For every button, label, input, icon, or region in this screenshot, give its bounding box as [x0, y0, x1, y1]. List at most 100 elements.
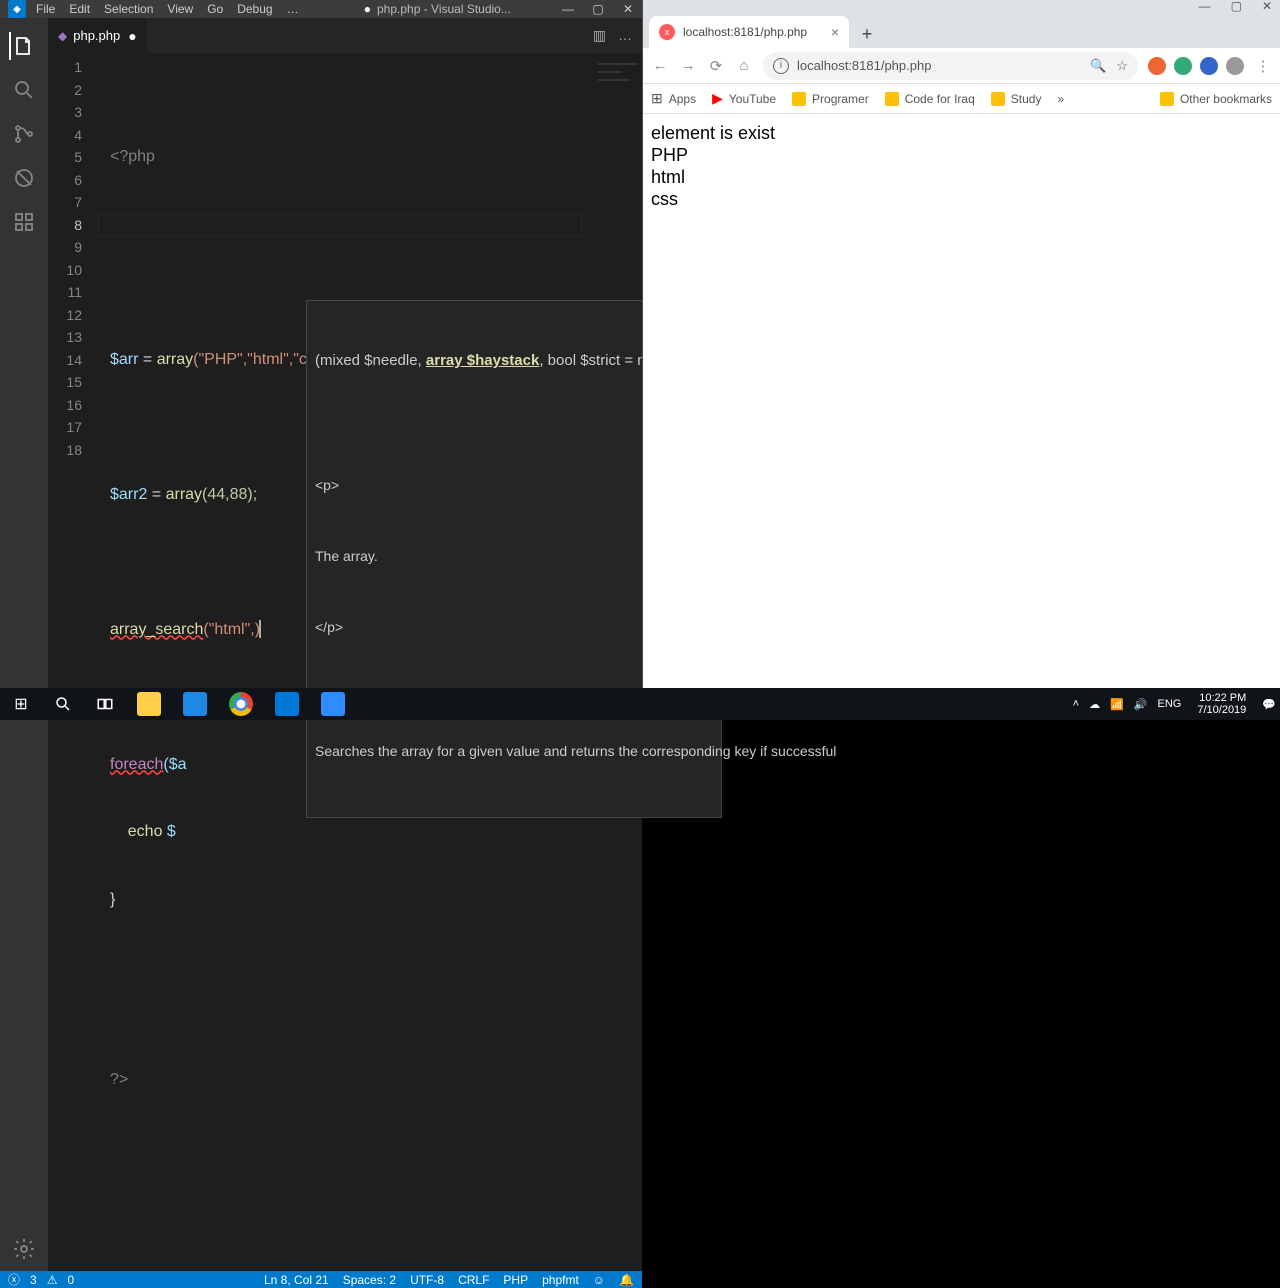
extensions-row: [1148, 57, 1244, 75]
line-col[interactable]: Ln 8, Col 21: [264, 1273, 329, 1287]
tab-php[interactable]: ◆ php.php ●: [48, 18, 147, 53]
dirty-indicator-icon: ●: [128, 28, 136, 44]
activity-bar: [0, 18, 48, 1271]
tab-close-icon[interactable]: ×: [831, 24, 839, 40]
debug-icon[interactable]: [10, 164, 38, 192]
statusbar: ⓧ 3 ⚠ 0 Ln 8, Col 21 Spaces: 2 UTF-8 CRL…: [0, 1271, 642, 1288]
search-button[interactable]: [42, 688, 84, 720]
programer-bookmark[interactable]: Programer: [792, 92, 869, 106]
tray-cloud-icon[interactable]: ☁: [1089, 698, 1100, 711]
output-line: element is exist: [651, 122, 1272, 144]
browser-tab[interactable]: x localhost:8181/php.php ×: [649, 16, 849, 48]
warnings-count[interactable]: 0: [67, 1273, 74, 1287]
bookmarks-overflow-icon[interactable]: »: [1057, 92, 1064, 106]
menu-file[interactable]: File: [36, 2, 55, 16]
tray-volume-icon[interactable]: 🔊: [1134, 698, 1148, 711]
tab-title: localhost:8181/php.php: [683, 25, 807, 39]
output-line: html: [651, 166, 1272, 188]
browser-tabstrip: x localhost:8181/php.php × +: [643, 12, 1280, 48]
extension-icon[interactable]: [1226, 57, 1244, 75]
browser-menu-icon[interactable]: ⋮: [1254, 57, 1272, 75]
site-info-icon[interactable]: i: [773, 58, 789, 74]
tray-language[interactable]: ENG: [1158, 698, 1182, 710]
output-line: css: [651, 188, 1272, 210]
browser-titlebar: — ▢ ✕: [643, 0, 1280, 12]
tabs-row: ◆ php.php ● ▥ …: [48, 18, 642, 53]
eol[interactable]: CRLF: [458, 1273, 489, 1287]
forward-icon[interactable]: →: [679, 57, 697, 75]
explorer-icon[interactable]: [9, 32, 37, 60]
menu-view[interactable]: View: [167, 2, 193, 16]
home-icon[interactable]: ⌂: [735, 57, 753, 75]
errors-count[interactable]: 3: [30, 1273, 37, 1287]
close-button[interactable]: ✕: [622, 2, 634, 16]
minimap[interactable]: [598, 63, 638, 123]
page-content: element is exist PHP html css: [643, 114, 1280, 688]
tray-overflow-icon[interactable]: ˄: [1073, 698, 1079, 710]
taskbar-app-chrome[interactable]: [218, 688, 264, 720]
extension-icon[interactable]: [1148, 57, 1166, 75]
language[interactable]: PHP: [503, 1273, 528, 1287]
tooltip-description: Searches the array for a given value and…: [315, 740, 713, 762]
formatter[interactable]: phpfmt: [542, 1273, 579, 1287]
apps-bookmark[interactable]: ⊞Apps: [651, 90, 696, 107]
taskbar-app-edge[interactable]: [172, 688, 218, 720]
taskbar: ⊞ ˄ ☁ 📶 🔊 ENG 10:22 PM 7/10/2019 💬: [0, 688, 1280, 720]
source-control-icon[interactable]: [10, 120, 38, 148]
indent[interactable]: Spaces: 2: [343, 1273, 396, 1287]
php-file-icon: ◆: [58, 29, 67, 43]
current-line-highlight: [98, 214, 582, 237]
maximize-button[interactable]: ▢: [592, 2, 604, 16]
extension-icon[interactable]: [1174, 57, 1192, 75]
bookmark-star-icon[interactable]: ☆: [1116, 58, 1128, 74]
tray-wifi-icon[interactable]: 📶: [1110, 698, 1124, 711]
errors-icon[interactable]: ⓧ: [8, 1271, 20, 1288]
address-bar[interactable]: i localhost:8181/php.php 🔍 ☆: [763, 52, 1138, 80]
window-title: php.php - Visual Studio...: [313, 2, 562, 16]
youtube-bookmark[interactable]: ▶YouTube: [712, 90, 776, 107]
feedback-icon[interactable]: ☺: [593, 1273, 605, 1287]
codeforiraq-bookmark[interactable]: Code for Iraq: [885, 92, 975, 106]
code-editor[interactable]: 123 456 789 101112 131415 161718 <?php $…: [48, 53, 642, 1271]
more-actions-icon[interactable]: …: [618, 27, 632, 44]
taskbar-clock[interactable]: 10:22 PM 7/10/2019: [1191, 692, 1252, 716]
encoding[interactable]: UTF-8: [410, 1273, 444, 1287]
vscode-titlebar: ◆ File Edit Selection View Go Debug … ph…: [0, 0, 642, 18]
text-caret: [259, 620, 261, 638]
new-tab-button[interactable]: +: [853, 20, 881, 48]
vscode-window: ◆ File Edit Selection View Go Debug … ph…: [0, 0, 642, 688]
task-view-button[interactable]: [84, 688, 126, 720]
taskbar-app-explorer[interactable]: [126, 688, 172, 720]
browser-window: — ▢ ✕ x localhost:8181/php.php × + ← → ⟳…: [642, 0, 1280, 688]
extension-icon[interactable]: [1200, 57, 1218, 75]
line-gutter: 123 456 789 101112 131415 161718: [48, 53, 98, 1271]
menu-edit[interactable]: Edit: [69, 2, 90, 16]
bookmarks-bar: ⊞Apps ▶YouTube Programer Code for Iraq S…: [643, 84, 1280, 114]
action-center-icon[interactable]: 💬: [1262, 698, 1276, 711]
taskbar-app-vscode[interactable]: [264, 688, 310, 720]
code-content[interactable]: <?php $arr = array("PHP","html","css"); …: [98, 53, 642, 1271]
url-text: localhost:8181/php.php: [797, 58, 931, 73]
tab-label: php.php: [73, 28, 120, 43]
extensions-icon[interactable]: [10, 208, 38, 236]
notifications-icon[interactable]: 🔔: [619, 1273, 634, 1287]
start-button[interactable]: ⊞: [0, 688, 42, 720]
reload-icon[interactable]: ⟳: [707, 57, 725, 75]
back-icon[interactable]: ←: [651, 57, 669, 75]
other-bookmarks[interactable]: Other bookmarks: [1160, 92, 1272, 106]
taskbar-app-zoom[interactable]: [310, 688, 356, 720]
favicon-icon: x: [659, 24, 675, 40]
minimize-button[interactable]: —: [562, 2, 574, 16]
menu-go[interactable]: Go: [207, 2, 223, 16]
split-editor-icon[interactable]: ▥: [593, 27, 606, 44]
study-bookmark[interactable]: Study: [991, 92, 1042, 106]
settings-icon[interactable]: [10, 1235, 38, 1263]
warnings-icon[interactable]: ⚠: [47, 1273, 58, 1287]
menu-selection[interactable]: Selection: [104, 2, 153, 16]
search-icon[interactable]: [10, 76, 38, 104]
menu-more[interactable]: …: [287, 2, 299, 16]
zoom-icon[interactable]: 🔍: [1090, 58, 1106, 74]
editor-area: ◆ php.php ● ▥ … 123 456 789 101112 13141…: [48, 18, 642, 1271]
menu-debug[interactable]: Debug: [237, 2, 272, 16]
browser-navbar: ← → ⟳ ⌂ i localhost:8181/php.php 🔍 ☆ ⋮: [643, 48, 1280, 84]
